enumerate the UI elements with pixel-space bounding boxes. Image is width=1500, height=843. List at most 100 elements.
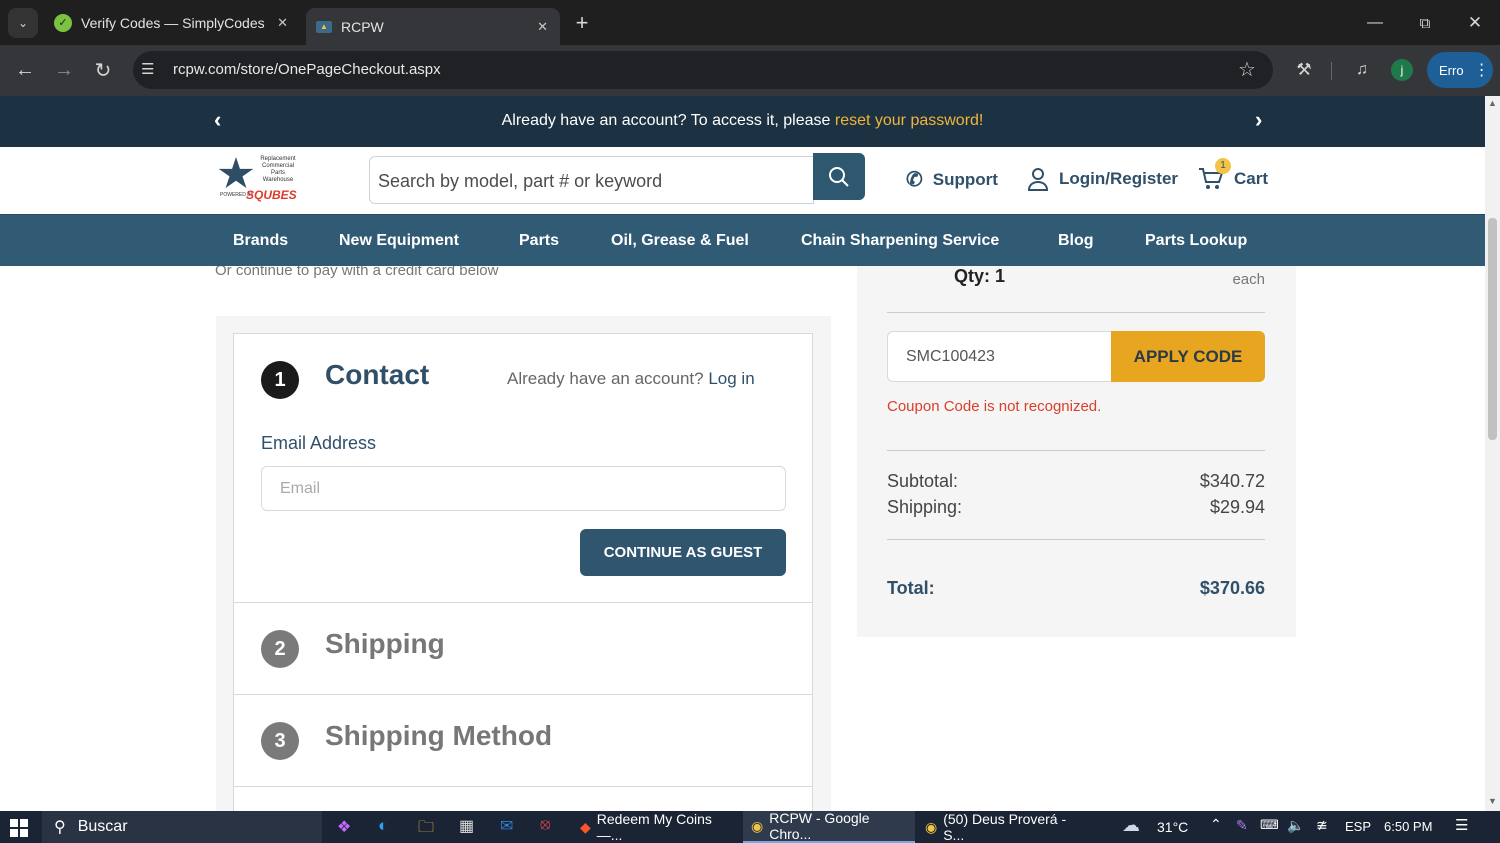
toolbar-divider bbox=[1331, 62, 1332, 80]
back-icon[interactable]: ← bbox=[10, 55, 40, 85]
shipping-title: Shipping bbox=[325, 628, 445, 659]
language-indicator[interactable]: ESP bbox=[1345, 819, 1371, 834]
tab-rcpw[interactable]: ▲ RCPW ✕ bbox=[306, 8, 560, 45]
nav-parts-lookup[interactable]: Parts Lookup bbox=[1145, 215, 1247, 267]
site-info-icon[interactable]: ☰ bbox=[141, 60, 154, 78]
tab-search-icon[interactable]: ⌄ bbox=[8, 8, 38, 38]
notifications-icon[interactable]: ☰ bbox=[1455, 816, 1468, 834]
tab-title: Verify Codes — SimplyCodes bbox=[81, 14, 265, 31]
extensions-icon[interactable]: ⚒ bbox=[1289, 55, 1319, 85]
outlook-icon[interactable]: ✉ bbox=[500, 816, 513, 836]
temperature[interactable]: 31°C bbox=[1157, 819, 1188, 835]
scroll-up-icon[interactable]: ▲ bbox=[1488, 98, 1497, 108]
input-method-icon[interactable]: ⌨ bbox=[1260, 817, 1279, 833]
minimize-icon[interactable]: — bbox=[1360, 8, 1390, 38]
support-link[interactable]: ✆ Support bbox=[906, 167, 998, 192]
volume-icon[interactable]: 🔈 bbox=[1287, 817, 1304, 834]
nav-brands[interactable]: Brands bbox=[233, 215, 288, 267]
total-label: Total: bbox=[887, 578, 935, 598]
shipping-method-title: Shipping Method bbox=[325, 720, 553, 751]
address-bar[interactable]: ☰ rcpw.com/store/OnePageCheckout.aspx ☆ bbox=[133, 51, 1273, 89]
cart-link[interactable]: Cart 1 bbox=[1198, 158, 1268, 191]
subtotal-label: Subtotal: bbox=[887, 471, 959, 491]
phone-icon: ✆ bbox=[906, 169, 923, 191]
search-input[interactable]: Search by model, part # or keyword bbox=[369, 156, 814, 204]
error-chip[interactable]: Erro ⋮ bbox=[1427, 52, 1493, 88]
announcement-bar: ‹ Already have an account? To access it,… bbox=[0, 96, 1485, 147]
taskbar-app-brave[interactable]: ◆ Redeem My Coins —... bbox=[572, 811, 740, 843]
browser-toolbar: ← → ↻ ☰ rcpw.com/store/OnePageCheckout.a… bbox=[0, 45, 1500, 96]
nav-parts[interactable]: Parts bbox=[519, 215, 559, 267]
coupon-input[interactable]: SMC100423 bbox=[887, 331, 1113, 382]
shipping-label: Shipping: bbox=[887, 497, 963, 517]
checkout-steps-card: 1 Contact Already have an account? Log i… bbox=[233, 333, 813, 811]
summary-divider bbox=[887, 539, 1265, 540]
taskbar-app-chrome-rcpw[interactable]: ◉ RCPW - Google Chro... bbox=[743, 810, 915, 843]
store-icon[interactable]: ▦ bbox=[459, 816, 474, 836]
new-tab-icon[interactable]: + bbox=[567, 8, 597, 38]
taskbar-app-chrome-deus[interactable]: ◉ (50) Deus Proverá - S... bbox=[917, 811, 1085, 843]
edge-icon[interactable]: ◐ bbox=[378, 816, 388, 836]
cart-count-badge: 1 bbox=[1215, 158, 1231, 174]
windows-start-icon[interactable] bbox=[10, 819, 28, 837]
nav-chain-sharpening[interactable]: Chain Sharpening Service bbox=[801, 215, 999, 267]
media-control-icon[interactable]: ♫ bbox=[1347, 55, 1377, 85]
item-price-each: each bbox=[1232, 271, 1265, 288]
forward-icon[interactable]: → bbox=[49, 55, 79, 85]
rcpw-logo[interactable]: Replacement Commercial Parts Warehouse P… bbox=[218, 155, 308, 205]
continue-as-guest-button[interactable]: CONTINUE AS GUEST bbox=[580, 529, 786, 576]
tab-title: RCPW bbox=[341, 18, 384, 35]
item-quantity: Qty: 1 bbox=[954, 266, 1006, 286]
nav-blog[interactable]: Blog bbox=[1058, 215, 1094, 267]
search-button[interactable] bbox=[813, 153, 865, 200]
contact-title: Contact bbox=[325, 359, 430, 390]
login-register-link[interactable]: Login/Register bbox=[1027, 167, 1178, 191]
brave-icon: ◆ bbox=[580, 818, 591, 835]
app-icon[interactable]: ⦻ bbox=[540, 816, 551, 834]
url-text[interactable]: rcpw.com/store/OnePageCheckout.aspx bbox=[173, 61, 441, 78]
copilot-icon[interactable]: ❖ bbox=[337, 817, 351, 837]
clock[interactable]: 6:50 PM bbox=[1384, 819, 1432, 834]
step-2-badge: 2 bbox=[261, 630, 299, 668]
checkout-form-panel: 1 Contact Already have an account? Log i… bbox=[216, 316, 831, 811]
pen-icon[interactable]: ✎ bbox=[1236, 817, 1248, 834]
file-explorer-icon[interactable]: 🗀 bbox=[418, 816, 434, 843]
apply-code-button[interactable]: APPLY CODE bbox=[1111, 331, 1265, 382]
total-value: $370.66 bbox=[1199, 578, 1265, 598]
checkout-content: Or continue to pay with a credit card be… bbox=[0, 266, 1485, 811]
announcement-next-icon[interactable]: › bbox=[1255, 107, 1262, 133]
simplycodes-favicon-icon: ✓ bbox=[54, 13, 72, 32]
chrome-icon: ◉ bbox=[751, 817, 764, 834]
scroll-down-icon[interactable]: ▼ bbox=[1488, 796, 1497, 806]
close-window-icon[interactable]: ✕ bbox=[1460, 8, 1490, 38]
shipping-section[interactable]: 2 Shipping bbox=[234, 603, 812, 695]
contact-section: 1 Contact Already have an account? Log i… bbox=[234, 334, 812, 603]
log-in-link[interactable]: Log in bbox=[708, 369, 754, 388]
show-hidden-icons-icon[interactable]: ⌃ bbox=[1210, 816, 1222, 833]
email-field[interactable]: Email bbox=[261, 466, 786, 511]
site-header: Replacement Commercial Parts Warehouse P… bbox=[0, 147, 1485, 215]
account-prompt: Already have an account? Log in bbox=[507, 369, 755, 388]
rcpw-favicon-icon: ▲ bbox=[316, 20, 332, 33]
nav-oil-grease-fuel[interactable]: Oil, Grease & Fuel bbox=[611, 215, 749, 267]
taskbar-search[interactable]: ⚲ Buscar bbox=[42, 811, 322, 843]
reload-icon[interactable]: ↻ bbox=[88, 55, 118, 85]
weather-icon[interactable]: ☁ bbox=[1122, 815, 1140, 836]
error-chip-label: Erro bbox=[1439, 62, 1464, 78]
scrollbar-thumb[interactable] bbox=[1488, 218, 1497, 440]
wifi-icon[interactable]: ≇ bbox=[1316, 817, 1328, 834]
page-scrollbar[interactable]: ▲ ▼ bbox=[1485, 96, 1500, 811]
bookmark-star-icon[interactable]: ☆ bbox=[1238, 57, 1256, 82]
shipping-method-section[interactable]: 3 Shipping Method bbox=[234, 695, 812, 787]
close-tab-icon[interactable]: ✕ bbox=[277, 15, 288, 31]
close-tab-icon[interactable]: ✕ bbox=[537, 19, 548, 35]
nav-new-equipment[interactable]: New Equipment bbox=[339, 215, 459, 267]
tab-simplycodes[interactable]: ✓ Verify Codes — SimplyCodes ✕ bbox=[44, 0, 300, 45]
reset-password-link[interactable]: reset your password! bbox=[835, 112, 984, 129]
summary-divider bbox=[887, 312, 1265, 313]
search-icon bbox=[829, 166, 849, 187]
profile-avatar[interactable]: j bbox=[1391, 59, 1413, 81]
restore-icon[interactable]: ⧉ bbox=[1410, 8, 1440, 38]
logo-star-icon bbox=[218, 157, 254, 188]
subtotal-value: $340.72 bbox=[1199, 471, 1265, 491]
